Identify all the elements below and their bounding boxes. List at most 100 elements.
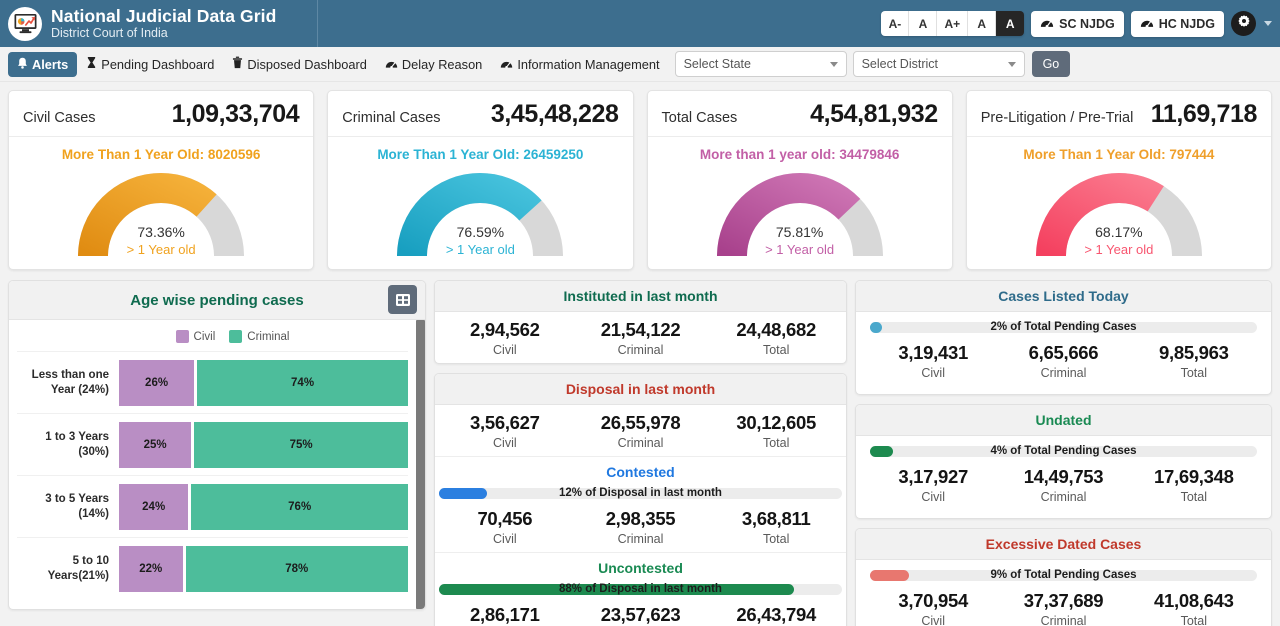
chart-bars-container: Less than one Year (24%) 26% 74% 1 to 3 Yea… bbox=[17, 351, 408, 599]
font-decrease-button[interactable]: A- bbox=[881, 11, 910, 36]
gauge-total: 75.81% > 1 Year old bbox=[648, 164, 952, 269]
undated-title: Undated bbox=[856, 405, 1271, 436]
sc-njdg-label: SC NJDG bbox=[1059, 16, 1115, 31]
settings-button[interactable] bbox=[1231, 11, 1256, 36]
gauge-icon bbox=[1040, 17, 1054, 31]
legend-item-civil[interactable]: Civil bbox=[175, 330, 215, 343]
nav-label-delay-reason: Delay Reason bbox=[401, 56, 483, 72]
disposal-total-cell: 30,12,605 Total bbox=[708, 412, 844, 450]
kpi-subtitle-civil: More Than 1 Year Old: 8020596 bbox=[61, 147, 261, 162]
disposal-criminal-label: Criminal bbox=[617, 436, 664, 450]
chart-bar-segment-criminal[interactable]: 78% bbox=[185, 545, 408, 592]
uncontested-progress-text: 88% of Disposal in last month bbox=[559, 583, 722, 595]
table-grid-icon[interactable] bbox=[388, 285, 417, 314]
contrast-light-button[interactable]: A bbox=[968, 11, 997, 36]
listed-today-total-cell: 9,85,963 Total bbox=[1129, 342, 1259, 380]
uncontested-criminal-value: 23,57,623 bbox=[600, 604, 681, 625]
undated-criminal-label: Criminal bbox=[1040, 490, 1087, 504]
nav-item-pending-dashboard[interactable]: Pending Dashboard bbox=[77, 52, 223, 77]
chart-bar-segment-criminal[interactable]: 74% bbox=[197, 359, 408, 406]
right-column: Cases Listed Today 2% of Total Pending C… bbox=[855, 280, 1272, 626]
uncontested-civil-value: 2,86,171 bbox=[470, 604, 540, 625]
gauge-caption-criminal: > 1 Year old bbox=[445, 242, 515, 257]
left-column: Age wise pending cases Civil Criminal Le… bbox=[8, 280, 426, 610]
bell-icon bbox=[17, 57, 28, 72]
kpi-card-civil[interactable]: Civil Cases 1,09,33,704 More Than 1 Year… bbox=[8, 90, 315, 270]
age-wise-pending-cases-panel: Age wise pending cases Civil Criminal Le… bbox=[8, 280, 426, 610]
middle-column: Instituted in last month 2,94,562 Civil … bbox=[434, 280, 847, 626]
state-select[interactable]: Select State bbox=[674, 51, 847, 77]
undated-criminal-value: 14,49,753 bbox=[1023, 466, 1104, 487]
contested-title: Contested bbox=[435, 456, 846, 484]
chart-bar-segment-civil[interactable]: 26% bbox=[119, 359, 195, 406]
app-title: National Judicial Data Grid bbox=[51, 6, 277, 27]
contested-progress-text: 12% of Disposal in last month bbox=[559, 487, 722, 499]
undated-civil-label: Civil bbox=[921, 490, 945, 504]
go-button[interactable]: Go bbox=[1031, 51, 1071, 77]
listed-today-civil-cell: 3,19,431 Civil bbox=[868, 342, 998, 380]
contrast-dark-button[interactable]: A bbox=[996, 11, 1025, 36]
chart-bar-segment-criminal[interactable]: 76% bbox=[191, 483, 408, 530]
instituted-civil-value: 2,94,562 bbox=[470, 319, 540, 340]
chart-bar-track: 25% 75% bbox=[119, 421, 408, 468]
contested-civil-cell: 70,456 Civil bbox=[437, 508, 573, 546]
sc-njdg-button[interactable]: SC NJDG bbox=[1031, 10, 1124, 37]
kpi-card-criminal[interactable]: Criminal Cases 3,45,48,228 More Than 1 Y… bbox=[327, 90, 634, 270]
nav-item-delay-reason[interactable]: Delay Reason bbox=[376, 52, 491, 77]
listed-today-civil-value: 3,19,431 bbox=[898, 342, 968, 363]
legend-item-criminal[interactable]: Criminal bbox=[229, 330, 289, 343]
nav-item-information-management[interactable]: Information Management bbox=[491, 52, 668, 77]
chart-bar-row: 5 to 10 Years(21%) 22% 78% bbox=[17, 537, 408, 599]
nav-item-disposed-dashboard[interactable]: Disposed Dashboard bbox=[223, 52, 376, 77]
excessive-dated-stats: 3,70,954 Civil 37,37,689 Criminal 41,08,… bbox=[866, 583, 1261, 626]
kpi-card-total[interactable]: Total Cases 4,54,81,932 More than 1 year… bbox=[646, 90, 953, 270]
dashboard-main-row: Age wise pending cases Civil Criminal Le… bbox=[0, 270, 1280, 626]
header-dropdown-caret-icon[interactable] bbox=[1264, 21, 1272, 26]
excessive-dated-progress: 9% of Total Pending Cases bbox=[870, 568, 1257, 583]
contested-criminal-cell: 2,98,355 Criminal bbox=[573, 508, 709, 546]
listed-today-total-label: Total bbox=[1180, 366, 1208, 380]
undated-stats: 3,17,927 Civil 14,49,753 Criminal 17,69,… bbox=[866, 459, 1261, 510]
gauge-caption-civil: > 1 Year old bbox=[126, 242, 196, 257]
font-normal-button[interactable]: A bbox=[909, 11, 938, 36]
scrollbar-thumb[interactable] bbox=[416, 320, 425, 609]
kpi-label-total: Total Cases bbox=[661, 110, 738, 126]
nav-item-alerts[interactable]: Alerts bbox=[8, 51, 78, 77]
excessive-dated-criminal-cell: 37,37,689 Criminal bbox=[998, 590, 1128, 626]
chevron-down-icon bbox=[829, 61, 838, 67]
gauge-percent-criminal: 76.59% bbox=[456, 224, 505, 240]
kpi-card-prelitigation[interactable]: Pre-Litigation / Pre-Trial 11,69,718 Mor… bbox=[965, 90, 1272, 270]
uncontested-title: Uncontested bbox=[435, 552, 846, 580]
contested-civil-value: 70,456 bbox=[477, 508, 533, 529]
kpi-value-prelitigation: 11,69,718 bbox=[1150, 100, 1258, 128]
listed-today-total-value: 9,85,963 bbox=[1159, 342, 1229, 363]
chart-bar-segment-civil[interactable]: 25% bbox=[119, 421, 192, 468]
disposal-total-label: Total bbox=[762, 436, 790, 450]
chart-vertical-scrollbar[interactable] bbox=[416, 320, 425, 609]
font-size-group: A- A A+ A A bbox=[881, 11, 1025, 36]
chart-bar-segment-civil[interactable]: 24% bbox=[119, 483, 189, 530]
chart-bar-row: 1 to 3 Years (30%) 25% 75% bbox=[17, 413, 408, 475]
instituted-title: Instituted in last month bbox=[435, 281, 846, 312]
instituted-total-value: 24,48,682 bbox=[736, 319, 816, 340]
uncontested-civil-cell: 2,86,171 Civil bbox=[437, 604, 573, 626]
legend-swatch-criminal bbox=[229, 330, 243, 343]
hc-njdg-button[interactable]: HC NJDG bbox=[1130, 10, 1224, 37]
contested-total-value: 3,68,811 bbox=[741, 508, 811, 529]
legend-label-criminal: Criminal bbox=[247, 330, 290, 343]
contested-progress: 12% of Disposal in last month bbox=[439, 486, 842, 501]
uncontested-progress: 88% of Disposal in last month bbox=[439, 582, 842, 597]
gauge-criminal: 76.59% > 1 Year old bbox=[328, 164, 632, 269]
contested-total-label: Total bbox=[762, 532, 790, 546]
nav-label-alerts: Alerts bbox=[32, 56, 69, 72]
district-select[interactable]: Select District bbox=[852, 51, 1025, 77]
font-increase-button[interactable]: A+ bbox=[937, 11, 969, 36]
chart-bar-segment-criminal[interactable]: 75% bbox=[194, 421, 408, 468]
chart-bar-segment-civil[interactable]: 22% bbox=[119, 545, 183, 592]
district-select-value: Select District bbox=[861, 57, 938, 71]
hc-njdg-label: HC NJDG bbox=[1158, 16, 1215, 31]
disposal-title: Disposal in last month bbox=[435, 374, 846, 405]
excessive-dated-civil-cell: 3,70,954 Civil bbox=[868, 590, 998, 626]
kpi-label-criminal: Criminal Cases bbox=[342, 110, 441, 126]
excessive-dated-progress-text: 9% of Total Pending Cases bbox=[990, 569, 1137, 581]
